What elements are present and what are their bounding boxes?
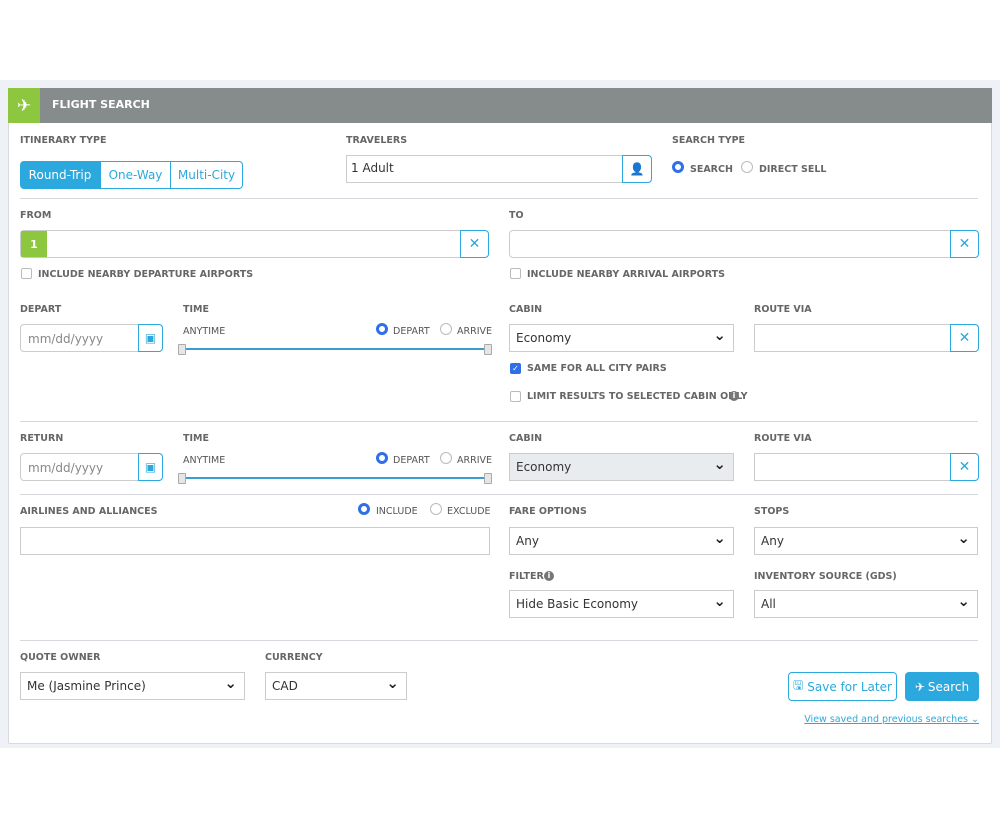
to-label: TO <box>509 210 524 221</box>
depart-route-via-input[interactable] <box>754 324 951 352</box>
return-label: RETURN <box>20 433 64 444</box>
depart-time-depart-radio[interactable] <box>376 323 388 335</box>
info-icon[interactable]: i <box>544 571 554 581</box>
cabin-label: CABIN <box>509 433 543 444</box>
depart-radio-label: DEPART <box>393 455 430 466</box>
depart-time-value: ANYTIME <box>183 326 226 337</box>
search-radio[interactable] <box>672 161 684 173</box>
segment-number-badge: 1 <box>21 231 47 257</box>
arrive-radio-label: ARRIVE <box>457 455 493 466</box>
divider <box>20 198 978 199</box>
depart-time-slider[interactable] <box>184 348 488 350</box>
round-trip-button[interactable]: Round-Trip <box>20 161 100 189</box>
same-for-all-checkbox[interactable]: ✓ <box>510 363 521 374</box>
direct-sell-radio[interactable] <box>741 161 753 173</box>
depart-time-label: TIME <box>183 304 209 315</box>
search-label: Search <box>927 679 970 694</box>
info-icon[interactable]: i <box>729 391 739 401</box>
filter-label: FILTER <box>509 571 544 582</box>
return-cabin-select[interactable]: Economy <box>509 453 734 481</box>
include-radio[interactable] <box>358 503 370 515</box>
save-icon: 🖫 <box>793 678 804 692</box>
slider-handle-start[interactable] <box>178 344 186 355</box>
traveler-person-icon[interactable]: 👤 <box>622 155 652 183</box>
clear-route-via-button[interactable]: ✕ <box>950 324 979 352</box>
arrive-radio-label: ARRIVE <box>457 326 493 337</box>
from-input[interactable] <box>20 230 461 258</box>
airplane-icon: ✈ <box>914 679 925 694</box>
calendar-icon[interactable]: ▣ <box>138 324 163 352</box>
clear-route-via-button[interactable]: ✕ <box>950 453 979 481</box>
slider-handle-start[interactable] <box>178 473 186 484</box>
stops-label: STOPS <box>754 506 790 517</box>
slider-handle-end[interactable] <box>484 473 492 484</box>
link-label: View saved and previous searches <box>804 714 968 725</box>
exclude-radio[interactable] <box>430 503 442 515</box>
search-type-label: SEARCH TYPE <box>672 135 746 146</box>
include-label: INCLUDE <box>376 506 418 517</box>
calendar-icon[interactable]: ▣ <box>138 453 163 481</box>
to-input[interactable] <box>509 230 951 258</box>
filter-select[interactable]: Hide Basic Economy <box>509 590 734 618</box>
airlines-label: AIRLINES AND ALLIANCES <box>20 506 158 517</box>
return-date-input[interactable]: mm/dd/yyyy <box>20 453 139 481</box>
route-via-label: ROUTE VIA <box>754 433 812 444</box>
return-time-slider[interactable] <box>184 477 488 479</box>
view-saved-searches-link[interactable]: View saved and previous searches ⌄ <box>804 714 979 725</box>
clear-from-button[interactable]: ✕ <box>460 230 489 258</box>
travelers-label: TRAVELERS <box>346 135 408 146</box>
return-time-depart-radio[interactable] <box>376 452 388 464</box>
divider <box>20 640 978 641</box>
nearby-arrival-checkbox[interactable] <box>510 268 521 279</box>
quote-owner-select[interactable]: Me (Jasmine Prince) <box>20 672 245 700</box>
divider <box>20 421 978 422</box>
fare-options-label: FARE OPTIONS <box>509 506 587 517</box>
save-label: Save for Later <box>807 679 892 694</box>
from-label: FROM <box>20 210 52 221</box>
search-radio-label: SEARCH <box>690 164 733 175</box>
limit-cabin-checkbox[interactable] <box>510 391 521 402</box>
return-time-label: TIME <box>183 433 209 444</box>
one-way-button[interactable]: One-Way <box>100 161 171 189</box>
multi-city-button[interactable]: Multi-City <box>170 161 243 189</box>
return-time-value: ANYTIME <box>183 455 226 466</box>
clear-to-button[interactable]: ✕ <box>950 230 979 258</box>
itinerary-type-label: ITINERARY TYPE <box>20 135 107 146</box>
panel-title: FLIGHT SEARCH <box>52 98 150 111</box>
return-time-arrive-radio[interactable] <box>440 452 452 464</box>
cabin-label: CABIN <box>509 304 543 315</box>
airlines-input[interactable] <box>20 527 490 555</box>
depart-radio-label: DEPART <box>393 326 430 337</box>
divider <box>20 494 978 495</box>
depart-label: DEPART <box>20 304 62 315</box>
travelers-input[interactable]: 1 Adult <box>346 155 623 183</box>
depart-cabin-select[interactable]: Economy <box>509 324 734 352</box>
depart-date-input[interactable]: mm/dd/yyyy <box>20 324 139 352</box>
panel-header: ✈ FLIGHT SEARCH <box>8 88 992 123</box>
inventory-source-label: INVENTORY SOURCE (GDS) <box>754 571 897 582</box>
direct-sell-label: DIRECT SELL <box>759 164 827 175</box>
limit-cabin-label: LIMIT RESULTS TO SELECTED CABIN ONLY <box>527 391 748 402</box>
search-button[interactable]: ✈ Search <box>905 672 979 701</box>
stops-select[interactable]: Any <box>754 527 978 555</box>
exclude-label: EXCLUDE <box>447 506 491 517</box>
nearby-arrival-label: INCLUDE NEARBY ARRIVAL AIRPORTS <box>527 269 725 280</box>
depart-time-arrive-radio[interactable] <box>440 323 452 335</box>
same-for-all-label: SAME FOR ALL CITY PAIRS <box>527 363 667 374</box>
inventory-source-select[interactable]: All <box>754 590 978 618</box>
fare-options-select[interactable]: Any <box>509 527 734 555</box>
quote-owner-label: QUOTE OWNER <box>20 652 101 663</box>
currency-label: CURRENCY <box>265 652 323 663</box>
save-for-later-button[interactable]: 🖫 Save for Later <box>788 672 897 701</box>
airplane-icon: ✈ <box>8 88 40 123</box>
chevron-down-icon: ⌄ <box>971 714 979 725</box>
currency-select[interactable]: CAD <box>265 672 407 700</box>
slider-handle-end[interactable] <box>484 344 492 355</box>
nearby-departure-checkbox[interactable] <box>21 268 32 279</box>
return-route-via-input[interactable] <box>754 453 951 481</box>
nearby-departure-label: INCLUDE NEARBY DEPARTURE AIRPORTS <box>38 269 254 280</box>
route-via-label: ROUTE VIA <box>754 304 812 315</box>
